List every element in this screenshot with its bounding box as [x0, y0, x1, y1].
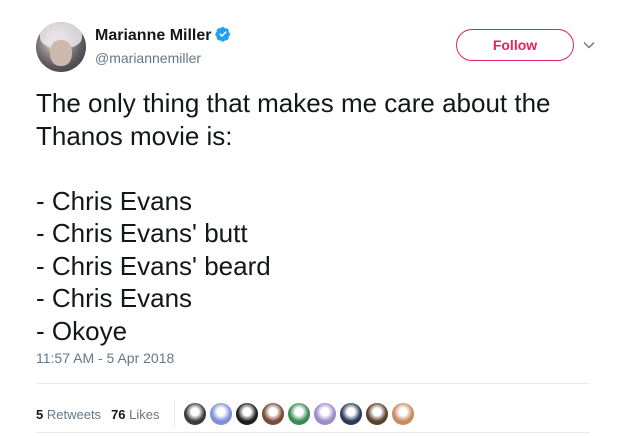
author-name-block[interactable]: Marianne Miller @mariannemiller [95, 26, 231, 68]
retweets-label: Retweets [46, 406, 102, 422]
likes-stat[interactable]: 76 Likes [111, 407, 159, 422]
tweet-text-line: - Chris Evans' beard [36, 250, 271, 281]
liker-avatar[interactable] [364, 402, 389, 426]
tweet-header: Marianne Miller @mariannemiller Follow [36, 16, 626, 76]
author-display-name[interactable]: Marianne Miller [95, 26, 231, 46]
liker-avatar[interactable] [338, 402, 363, 426]
tweet-text-line: - Chris Evans [36, 283, 193, 313]
tweet-text-line: - Chris Evans [36, 185, 193, 216]
likes-count: 76 [111, 406, 126, 422]
tweet-timestamp[interactable]: 11:57 AM - 5 Apr 2018 [36, 350, 174, 366]
tweet-text-line: The only thing that makes me care about … [36, 88, 551, 118]
liker-avatar[interactable] [260, 402, 285, 426]
tweet-text-line: Thanos movie is: [36, 120, 233, 151]
tweet-text-line: - Okoye [36, 315, 128, 346]
likes-label: Likes [129, 406, 160, 422]
divider [36, 432, 590, 433]
author-avatar[interactable] [36, 22, 86, 72]
liker-avatars [182, 402, 417, 426]
divider [36, 383, 590, 384]
stats-separator [173, 400, 175, 428]
tweet-text-line: - Chris Evans' butt [36, 218, 248, 248]
retweets-stat[interactable]: 5 Retweets [36, 407, 101, 422]
author-display-name-text[interactable]: Marianne Miller [95, 27, 211, 44]
tweet-text: The only thing that makes me care about … [36, 87, 596, 347]
follow-button[interactable]: Follow [456, 29, 574, 61]
tweet-stats: 5 Retweets 76 Likes [36, 400, 417, 428]
chevron-down-icon[interactable] [582, 38, 596, 52]
retweets-count: 5 [36, 406, 44, 422]
liker-avatar[interactable] [286, 402, 311, 426]
author-handle[interactable]: @mariannemiller [95, 48, 231, 68]
liker-avatar[interactable] [390, 402, 415, 426]
liker-avatar[interactable] [208, 402, 233, 426]
verified-badge-icon [215, 27, 231, 42]
liker-avatar[interactable] [234, 402, 259, 426]
tweet-text-line [36, 152, 596, 185]
liker-avatar[interactable] [182, 402, 207, 426]
liker-avatar[interactable] [312, 402, 337, 426]
